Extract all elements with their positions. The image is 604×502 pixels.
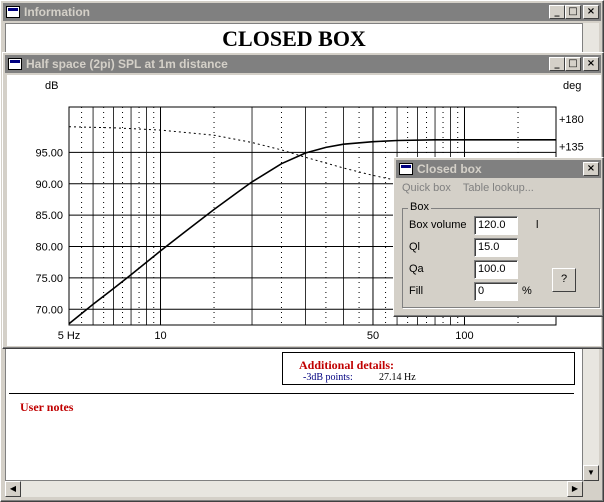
close-button[interactable]: ×	[583, 162, 599, 176]
qa-label: Qa	[409, 263, 424, 275]
x-tick-label: 10	[154, 330, 166, 342]
chart-window-icon	[8, 58, 22, 70]
detail-row: -3dB points: 27.14 Hz	[303, 372, 416, 383]
user-notes-header: User notes	[20, 400, 74, 414]
information-titlebar[interactable]: Information _ □ ×	[3, 3, 601, 21]
y-tick-label: 85.00	[35, 210, 63, 222]
spl-titlebar[interactable]: Half space (2pi) SPL at 1m distance _ □ …	[5, 55, 601, 73]
ql-label: Ql	[409, 241, 420, 253]
box-group-label: Box	[408, 201, 431, 213]
scroll-right-icon[interactable]: ▶	[567, 481, 583, 497]
y2-tick-label: +180	[559, 114, 584, 126]
x-tick-label: 5 Hz	[58, 330, 81, 342]
help-button[interactable]: ?	[552, 268, 576, 292]
divider	[574, 352, 575, 385]
y-tick-label: 70.00	[35, 304, 63, 316]
scroll-left-icon[interactable]: ◀	[5, 481, 21, 497]
detail-value: 27.14 Hz	[379, 372, 416, 383]
ql-field[interactable]: 15.0	[474, 238, 518, 257]
fill-field[interactable]: 0	[474, 282, 518, 301]
minimize-button[interactable]: _	[549, 5, 565, 19]
window-icon	[6, 6, 20, 18]
maximize-button[interactable]: □	[565, 5, 581, 19]
information-title: Information	[24, 5, 90, 19]
maximize-button[interactable]: □	[565, 57, 581, 71]
close-button[interactable]: ×	[583, 5, 599, 19]
y-tick-label: 95.00	[35, 147, 63, 159]
divider	[282, 384, 574, 385]
scroll-down-icon[interactable]: ▼	[583, 465, 599, 481]
minimize-button[interactable]: _	[549, 57, 565, 71]
close-button[interactable]: ×	[583, 57, 599, 71]
y2-axis-label: deg	[563, 80, 581, 92]
box-volume-field[interactable]: 120.0	[474, 216, 518, 235]
qa-field[interactable]: 100.0	[474, 260, 518, 279]
closed-box-dialog: Closed box × Quick box Table lookup... B…	[393, 157, 604, 317]
menu-table-lookup[interactable]: Table lookup...	[463, 182, 534, 194]
y-tick-label: 75.00	[35, 273, 63, 285]
detail-label: -3dB points:	[303, 372, 353, 383]
x-tick-label: 100	[455, 330, 473, 342]
dialog-icon	[399, 163, 413, 175]
y-tick-label: 80.00	[35, 242, 63, 254]
divider	[282, 352, 283, 385]
y-axis-label: dB	[45, 80, 58, 92]
dialog-menu: Quick box Table lookup...	[402, 182, 534, 194]
divider	[282, 352, 574, 353]
y-tick-label: 90.00	[35, 179, 63, 191]
additional-details-header: Additional details:	[299, 358, 395, 372]
report-heading: CLOSED BOX	[222, 26, 366, 51]
y2-tick-label: +135	[559, 142, 584, 154]
closed-box-titlebar[interactable]: Closed box ×	[396, 160, 601, 178]
box-volume-unit: l	[536, 219, 539, 231]
box-volume-label: Box volume	[409, 219, 467, 231]
fill-unit: %	[522, 285, 532, 297]
closed-box-title: Closed box	[417, 162, 482, 176]
spl-title: Half space (2pi) SPL at 1m distance	[26, 57, 228, 71]
horizontal-scrollbar[interactable]: ◀ ▶	[5, 481, 583, 497]
fill-label: Fill	[409, 285, 424, 297]
divider	[9, 393, 574, 394]
menu-quick-box[interactable]: Quick box	[402, 182, 451, 194]
x-tick-label: 50	[367, 330, 379, 342]
